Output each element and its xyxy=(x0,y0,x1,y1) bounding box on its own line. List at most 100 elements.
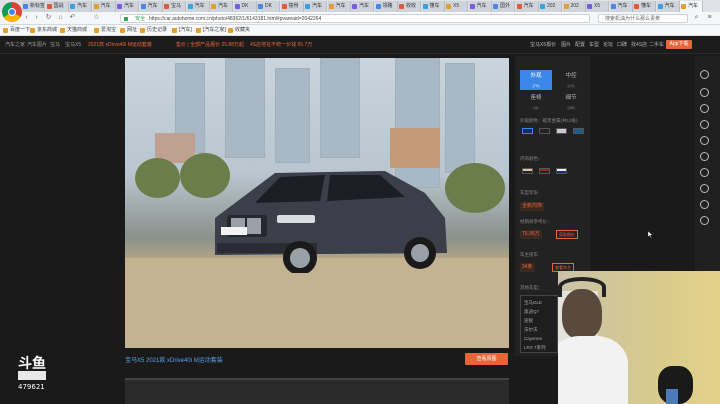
browser-tab[interactable]: 汽车 xyxy=(116,1,139,12)
refresh-icon[interactable]: ↻ xyxy=(44,13,53,23)
steering-icon[interactable] xyxy=(700,136,709,145)
car-icon[interactable] xyxy=(700,104,709,113)
browser-tab[interactable]: 202 xyxy=(539,1,562,12)
related-item[interactable]: 宝马GLE xyxy=(524,300,542,306)
search-icon[interactable]: ⌕ xyxy=(692,13,701,23)
browser-tab[interactable]: 撞骨 xyxy=(280,1,304,12)
view-original-button[interactable]: 查看原图 xyxy=(465,353,508,365)
url-bar[interactable]: 安全 https://car.autohome.com.cn/photo/4836… xyxy=(120,14,590,23)
nav-used[interactable]: 二手车 xyxy=(649,41,664,48)
bookmark-item[interactable]: 爱淘宝 xyxy=(94,26,116,35)
browser-tab[interactable]: X5 xyxy=(586,1,609,12)
browser-tab[interactable]: 汽车 xyxy=(210,1,233,12)
forward-icon[interactable]: › xyxy=(32,13,41,23)
breadcrumb-photos[interactable]: 汽车图片 xyxy=(27,41,47,48)
star-icon[interactable]: ☆ xyxy=(92,13,101,23)
browser-tab[interactable]: 汽车 xyxy=(680,1,703,12)
nav-models[interactable]: 车型 xyxy=(589,41,599,48)
browser-tab[interactable]: 汽车 xyxy=(92,1,116,12)
related-item[interactable]: 途锐 xyxy=(524,318,533,324)
color-swatch[interactable] xyxy=(522,128,533,134)
related-item[interactable]: LRX 7系列 xyxy=(524,345,546,351)
nav-dealers[interactable]: 找4S店 xyxy=(631,41,647,48)
browser-tab[interactable]: 汽车 xyxy=(468,1,492,12)
home-icon[interactable]: ⌂ xyxy=(56,13,65,23)
bookmark-item[interactable]: 历史记录 xyxy=(140,26,167,35)
browser-tab[interactable]: 国外 xyxy=(492,1,515,12)
bookmark-label: 百度一下 xyxy=(10,27,31,33)
category-details[interactable]: 细节 (28) xyxy=(555,92,587,112)
browser-tab[interactable]: 汽车 xyxy=(609,1,633,12)
user-icon[interactable] xyxy=(700,70,709,79)
browser-tab[interactable]: 202 xyxy=(562,1,586,12)
back-icon[interactable]: ‹ xyxy=(22,13,31,23)
related-item[interactable]: Cayenne xyxy=(524,336,542,341)
interior-color-label: 内饰颜色： xyxy=(520,156,543,161)
bookmark-item[interactable]: [汽车之家] xyxy=(196,26,226,35)
browser-tab[interactable]: 汽车 xyxy=(186,1,210,12)
nav-price[interactable]: 宝马X5报价 xyxy=(530,41,556,48)
tab-label: 懂车 xyxy=(641,3,652,9)
tag-icon[interactable] xyxy=(700,152,709,161)
bookmark-item[interactable]: 天猫商城 xyxy=(60,26,87,35)
color-swatch[interactable] xyxy=(539,128,550,134)
compare-icon[interactable] xyxy=(700,120,709,129)
browser-tab[interactable]: 懂车 xyxy=(633,1,656,12)
bookmark-item[interactable]: [汽车] xyxy=(172,26,192,35)
app-download-button[interactable]: App下载 xyxy=(666,40,692,49)
promo-link-2[interactable]: 4S店地址不统一价钱 55.7万 xyxy=(250,41,312,48)
back-history-icon[interactable]: ↶ xyxy=(68,13,77,23)
browser-tab[interactable]: DK xyxy=(233,1,257,12)
breadcrumb-series[interactable]: 宝马X5 xyxy=(65,41,81,48)
browser-tab[interactable]: 领路 xyxy=(374,1,398,12)
browser-tab[interactable]: 汽车 xyxy=(515,1,539,12)
bookmark-item[interactable]: 收藏夹 xyxy=(228,26,250,35)
breadcrumb-home[interactable]: 汽车之家 xyxy=(5,41,25,48)
tab-favicon-icon xyxy=(352,4,357,9)
related-item[interactable]: 沃尔沃 xyxy=(524,327,538,333)
color-swatch[interactable] xyxy=(573,128,584,134)
tab-favicon-icon xyxy=(211,4,216,9)
refresh-icon[interactable] xyxy=(700,168,709,177)
color-swatch[interactable] xyxy=(556,128,567,134)
browser-tab[interactable]: 懂车 xyxy=(421,1,445,12)
model-year-tag[interactable]: 全新内饰 xyxy=(520,202,545,211)
headset-icon[interactable] xyxy=(700,216,709,225)
nav-config[interactable]: 配置 xyxy=(575,41,585,48)
browser-tab[interactable]: 汽车 xyxy=(139,1,163,12)
browser-tab[interactable]: X5 xyxy=(445,1,468,12)
bookmark-item[interactable]: 京东商城 xyxy=(30,26,57,35)
browser-tab[interactable]: 新标签 xyxy=(22,1,45,12)
browser-tab[interactable]: 汽车 xyxy=(351,1,374,12)
browser-tab[interactable]: 汽车 xyxy=(69,1,92,12)
color-swatch[interactable] xyxy=(522,168,533,174)
bookmark-item[interactable]: 百度一下 xyxy=(3,26,30,35)
nav-photos[interactable]: 图片 xyxy=(561,41,571,48)
car-side-icon[interactable] xyxy=(700,184,709,193)
browser-tab[interactable]: 汽车 xyxy=(304,1,327,12)
related-item[interactable]: 奥迪Q7 xyxy=(524,309,539,315)
car-photo[interactable] xyxy=(125,58,509,348)
browser-tab[interactable]: 宝马 xyxy=(163,1,186,12)
category-seats[interactable]: 座椅 (4) xyxy=(520,92,552,112)
calendar-icon[interactable] xyxy=(700,200,709,209)
promo-link-1[interactable]: 售价 | 全部产品报价 25.88万起 xyxy=(176,41,244,48)
menu-icon[interactable]: ≡ xyxy=(705,13,714,23)
browser-search-input[interactable]: 搜索机油为什么那么贵黄 xyxy=(598,14,688,23)
category-interior[interactable]: 中控 (10) xyxy=(555,70,587,90)
breadcrumb-brand[interactable]: 宝马 xyxy=(50,41,60,48)
nav-reviews[interactable]: 口碑 xyxy=(617,41,627,48)
browser-tab[interactable]: 汽车 xyxy=(327,1,351,12)
nav-forum[interactable]: 论坛 xyxy=(603,41,613,48)
clock-icon[interactable] xyxy=(700,88,709,97)
bookmark-item[interactable]: 网址 xyxy=(120,26,137,35)
browser-tab[interactable]: 收收 xyxy=(398,1,421,12)
color-swatch[interactable] xyxy=(539,168,550,174)
browser-tab[interactable]: DK xyxy=(257,1,280,12)
browser-tab[interactable]: 国战 xyxy=(45,1,69,12)
category-exterior[interactable]: 外观 (76) xyxy=(520,70,552,90)
browser-tab[interactable]: 汽车 xyxy=(656,1,680,12)
color-swatch[interactable] xyxy=(556,168,567,174)
get-price-button[interactable]: 获取报价 xyxy=(556,230,578,239)
bookmark-label: 网址 xyxy=(127,27,138,33)
